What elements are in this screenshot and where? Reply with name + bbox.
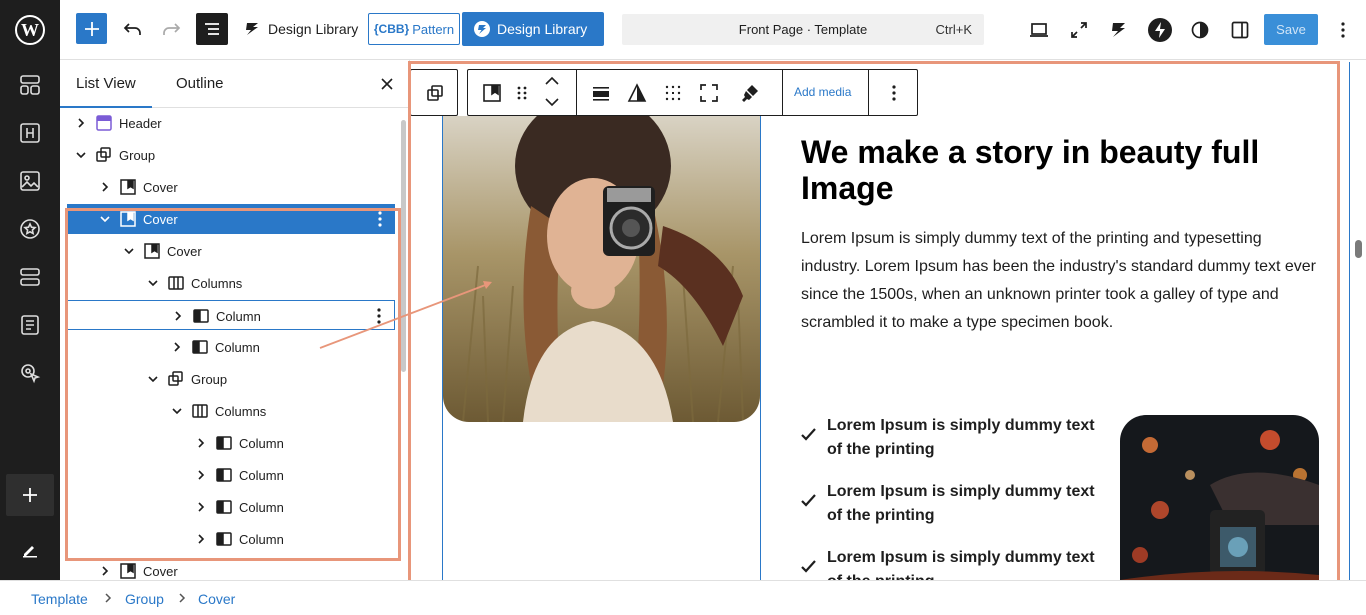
bolt-circle-icon[interactable]	[1147, 17, 1173, 43]
tree-row-label: Cover	[143, 564, 178, 579]
document-title: Front Page · Template	[738, 22, 868, 37]
styles-icon[interactable]	[12, 211, 48, 247]
chevron-right-icon[interactable]	[75, 117, 87, 129]
breadcrumb: Template Group Cover	[0, 580, 1366, 615]
chevron-down-icon[interactable]	[75, 149, 87, 161]
media-icon[interactable]	[12, 163, 48, 199]
cover-icon	[119, 178, 137, 196]
block-inserter-button[interactable]	[76, 13, 107, 44]
cbb-logo-icon: {CBB}	[373, 22, 410, 36]
shortcut-hint: Ctrl+K	[935, 22, 972, 37]
breadcrumb-cover[interactable]: Cover	[198, 591, 235, 607]
cursor-click-icon[interactable]	[12, 355, 48, 391]
contrast-styles-icon[interactable]	[1189, 19, 1211, 41]
tree-row-label: Cover	[143, 180, 178, 195]
stackable-icon	[246, 23, 258, 35]
breadcrumb-group[interactable]: Group	[125, 591, 164, 607]
pattern-label: Pattern	[412, 21, 455, 37]
design-library-label: Design Library	[268, 21, 359, 37]
cbb-pattern-button[interactable]: {CBB} Pattern	[368, 13, 460, 45]
design-library-button-label: Design Library	[497, 21, 588, 37]
tree-row-label: Group	[119, 148, 156, 163]
edit-pencil-icon[interactable]	[12, 532, 48, 568]
close-icon[interactable]	[378, 75, 396, 93]
document-overview-button[interactable]	[196, 13, 228, 45]
chevron-right-icon[interactable]	[99, 181, 111, 193]
tree-row-header[interactable]: Header	[67, 108, 395, 138]
panel-tabs: List View Outline	[60, 60, 409, 108]
breadcrumb-template[interactable]: Template	[31, 591, 88, 607]
chevron-right-icon	[105, 593, 112, 603]
desktop-preview-icon[interactable]	[1028, 19, 1050, 41]
canvas-scrollbar[interactable]	[1355, 240, 1362, 258]
tab-outline[interactable]: Outline	[176, 60, 224, 108]
undo-icon[interactable]	[122, 18, 144, 40]
svg-text:W: W	[21, 20, 39, 40]
editor-app: W Design Library {CBB} Pattern Design Li…	[0, 0, 1366, 615]
fullscreen-icon[interactable]	[1068, 19, 1090, 41]
redo-icon[interactable]	[160, 18, 182, 40]
tree-highlight-annotation	[65, 208, 401, 561]
save-button[interactable]: Save	[1264, 14, 1318, 45]
left-rail: W	[0, 0, 60, 580]
add-block-icon[interactable]	[6, 474, 54, 516]
canvas-highlight-annotation	[408, 61, 1340, 598]
chevron-right-icon[interactable]	[99, 565, 111, 577]
layout-icon[interactable]	[12, 259, 48, 295]
tab-list-view[interactable]: List View	[60, 60, 152, 108]
tree-row-cover[interactable]: Cover	[67, 172, 395, 202]
heading-icon[interactable]	[12, 115, 48, 151]
chevron-right-icon	[179, 593, 186, 603]
block-outline-right	[1349, 62, 1350, 580]
template-part-icon	[95, 114, 113, 132]
options-more-icon[interactable]	[1332, 19, 1354, 41]
design-library-link[interactable]: Design Library	[244, 13, 358, 45]
cover-icon	[119, 562, 137, 580]
patterns-icon[interactable]	[12, 67, 48, 103]
page-icon[interactable]	[12, 307, 48, 343]
command-palette-bar[interactable]: Front Page · Template Ctrl+K	[622, 14, 984, 45]
stackable-circle-icon	[474, 21, 490, 37]
settings-sidebar-icon[interactable]	[1229, 19, 1251, 41]
tree-row-label: Header	[119, 116, 162, 131]
group-icon	[95, 146, 113, 164]
wordpress-logo-icon[interactable]: W	[12, 12, 48, 48]
stackable-settings-icon[interactable]	[1108, 19, 1130, 41]
top-toolbar: Design Library {CBB} Pattern Design Libr…	[60, 0, 1366, 60]
panel-scrollbar[interactable]	[401, 120, 406, 372]
design-library-button[interactable]: Design Library	[462, 12, 604, 46]
tree-row-group[interactable]: Group	[67, 140, 395, 170]
